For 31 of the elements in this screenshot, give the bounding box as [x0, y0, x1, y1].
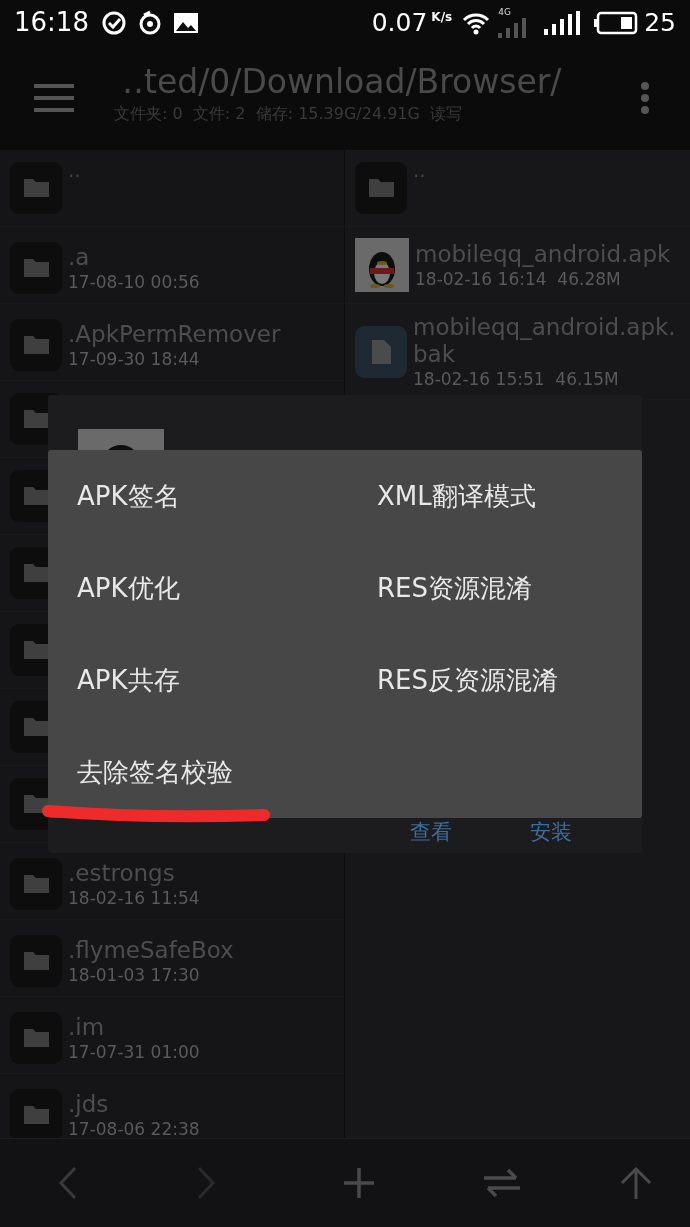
file-name[interactable]: .jds — [68, 1090, 200, 1118]
speed-unit: K/s — [431, 9, 453, 26]
file-meta: 17-08-06 22:38 — [68, 1117, 200, 1138]
file-meta: 18-02-16 11:54 — [68, 886, 200, 909]
file-meta: 18-02-16 16:14 46.28M — [415, 267, 622, 290]
menu-item[interactable]: APK签名 — [77, 476, 180, 516]
file-meta: 18-01-03 17:30 — [68, 963, 201, 986]
battery-percent: 25 — [644, 6, 676, 39]
menu-item[interactable]: RES资源混淆 — [377, 568, 532, 608]
dialog-button[interactable]: 安装 — [530, 819, 572, 845]
menu-item[interactable]: RES反资源混淆 — [377, 660, 558, 700]
parent-folder[interactable]: ·· — [413, 166, 426, 186]
menu-item[interactable]: APK共存 — [77, 660, 180, 700]
clock-time: 16:18 — [14, 6, 89, 39]
menu-item[interactable]: 去除签名校验 — [77, 752, 233, 792]
file-meta: 17-09-30 18:44 — [68, 347, 201, 370]
file-name[interactable]: .im — [68, 1013, 200, 1041]
file-meta: 17-07-31 01:00 — [68, 1040, 200, 1063]
folder-path: ‥ted/0/Download/Browser/ — [121, 61, 563, 102]
file-name[interactable]: .a — [68, 243, 200, 271]
file-name[interactable]: .flymeSafeBox — [68, 936, 234, 964]
network-type: 4G — [498, 7, 511, 17]
file-meta: 18-02-16 15:51 46.15M — [413, 367, 620, 390]
file-name[interactable]: .ApkPermRemover — [68, 320, 281, 348]
menu-item[interactable]: XML翻译模式 — [377, 476, 536, 516]
network-speed: 0.07 — [371, 6, 428, 39]
file-meta: 17-08-10 00:56 — [68, 270, 200, 293]
dialog-button[interactable]: 查看 — [410, 819, 452, 845]
parent-folder[interactable]: ·· — [68, 166, 81, 186]
menu-item[interactable]: APK优化 — [77, 568, 180, 608]
file-name[interactable]: .estrongs — [68, 859, 200, 887]
